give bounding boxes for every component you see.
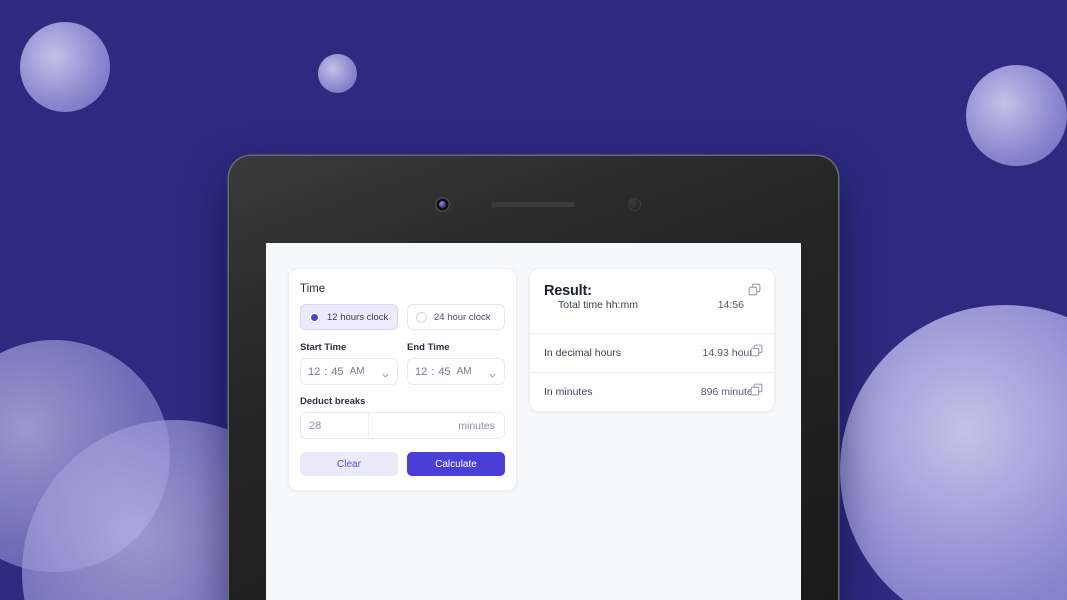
end-time-minutes[interactable]: 45 [438, 366, 450, 378]
chevron-down-icon[interactable] [488, 367, 497, 378]
deduct-breaks-label: Deduct breaks [300, 396, 366, 407]
result-header: Result: Total time hh:mm 14:56 [530, 269, 774, 333]
result-row-decimal-hours: In decimal hours 14.93 hours [530, 333, 774, 372]
clock-option-12-hour-label: 12 hours clock [327, 311, 389, 323]
end-time-meridiem[interactable]: AM [457, 366, 472, 377]
start-time-input[interactable]: 12 : 45 AM [300, 358, 398, 385]
time-inputs-row: Start Time 12 : 45 AM End Time 12: 45 A… [300, 342, 505, 385]
clock-option-24-hour[interactable]: 24 hour clock [407, 304, 505, 330]
clear-button[interactable]: Clear [300, 452, 398, 476]
deduct-breaks-unit: minutes [458, 419, 495, 432]
clock-option-24-hour-label: 24 hour clock [434, 311, 491, 323]
result-value-total-time: 14:56 [717, 299, 744, 311]
result-row-minutes: In minutes 896 minutes [530, 372, 774, 411]
result-card: Result: Total time hh:mm 14:56 In decima… [529, 268, 775, 412]
result-title: Result: [544, 283, 592, 299]
result-row-total-time: Total time hh:mm 14:56 [544, 299, 760, 324]
radio-icon-24-hour[interactable] [416, 311, 427, 323]
clock-option-12-hour[interactable]: 12 hours clock [300, 304, 398, 330]
end-time-field: End Time 12 : 45 AM [407, 342, 505, 385]
deduct-breaks-input[interactable]: 28 minutes [300, 412, 505, 439]
end-time-input[interactable]: 12 : 45 AM [407, 358, 505, 385]
start-time-meridiem[interactable]: AM [350, 366, 365, 377]
copy-icon-decimal-hours[interactable] [750, 344, 763, 357]
result-label-total-time: Total time hh:mm [558, 299, 638, 311]
end-time-label: End Time [407, 342, 450, 353]
sphere-top-center-small [318, 54, 357, 93]
start-time-hours[interactable]: 12 [308, 366, 320, 378]
camera-icon [435, 197, 450, 212]
sphere-top-left [20, 22, 110, 112]
time-form-card: Time 12 hours clock 24 hour clock Start … [288, 268, 517, 491]
calculate-button[interactable]: Calculate [407, 452, 505, 476]
start-time-label: Start Time [300, 342, 347, 353]
result-label-decimal-hours: In decimal hours [544, 347, 622, 359]
app-content: Time 12 hours clock 24 hour clock Start … [266, 243, 801, 600]
radio-icon-12-hour[interactable] [309, 311, 320, 323]
sensor-dot-icon [628, 198, 641, 211]
end-time-separator: : [431, 365, 435, 378]
deduct-breaks-field: Deduct breaks 28 minutes [300, 396, 505, 439]
speaker-grille [491, 202, 575, 207]
deduct-breaks-value[interactable]: 28 [301, 413, 369, 438]
sphere-top-right [966, 65, 1067, 166]
copy-icon-minutes[interactable] [750, 383, 763, 396]
start-time-field: Start Time 12 : 45 AM [300, 342, 398, 385]
device-screen: Time 12 hours clock 24 hour clock Start … [266, 243, 801, 600]
chevron-down-icon[interactable] [381, 367, 390, 378]
start-time-separator: : [324, 365, 328, 378]
form-buttons-row: Clear Calculate [300, 452, 505, 476]
device-top-bezel [229, 156, 838, 243]
result-label-minutes: In minutes [544, 386, 593, 398]
form-section-title: Time [300, 283, 326, 295]
clock-format-group: 12 hours clock 24 hour clock [300, 304, 505, 330]
copy-icon-total-time[interactable] [748, 283, 761, 296]
end-time-hours[interactable]: 12 [415, 366, 427, 378]
tablet-device-frame: Time 12 hours clock 24 hour clock Start … [229, 156, 838, 600]
start-time-minutes[interactable]: 45 [331, 366, 343, 378]
sphere-bottom-right [840, 305, 1067, 600]
